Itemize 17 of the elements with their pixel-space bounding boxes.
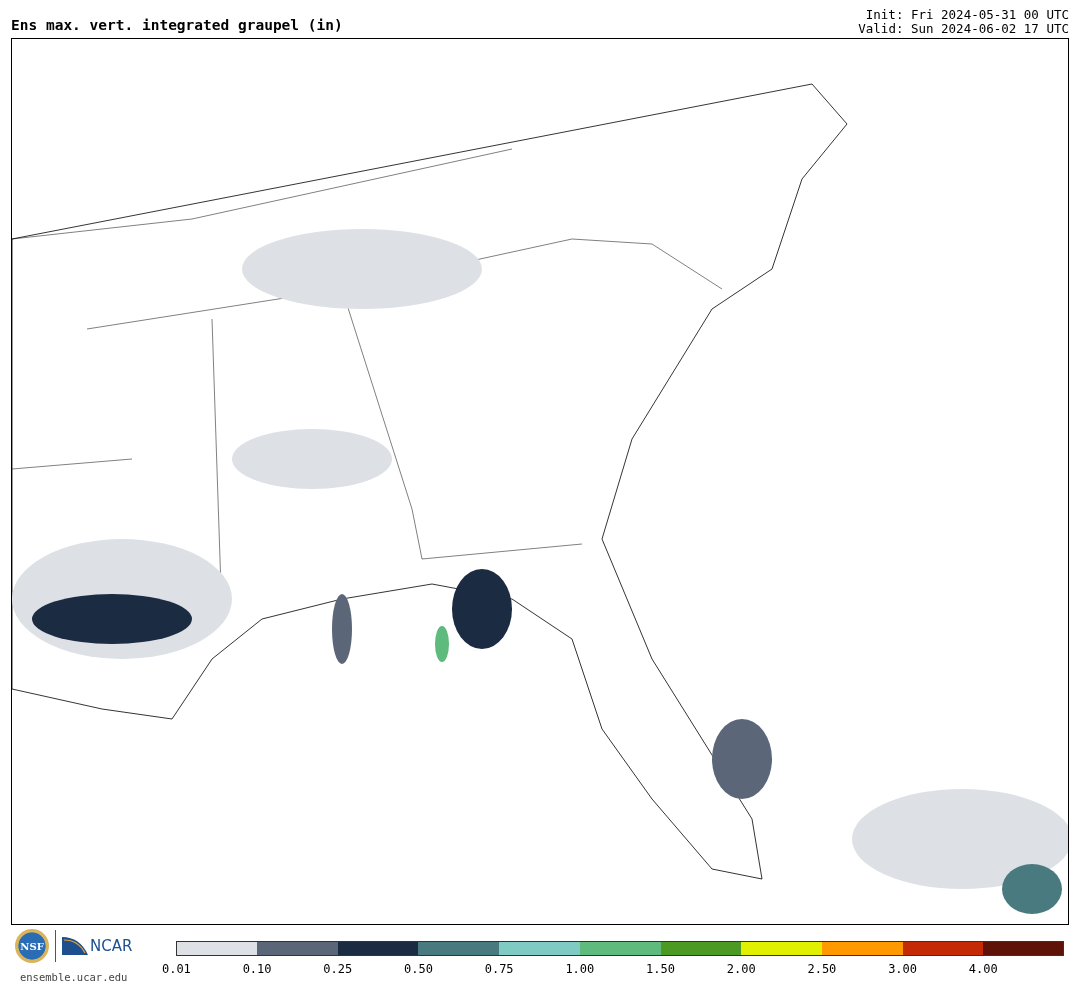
chart-title: Ens max. vert. integrated graupel (in) — [11, 17, 343, 35]
legend-tick-label: 1.00 — [565, 962, 595, 976]
legend-tick-label: 4.00 — [968, 962, 998, 976]
legend-tick-label: 0.10 — [242, 962, 272, 976]
legend-tick-label: 2.00 — [726, 962, 756, 976]
legend-tick-label: 0.50 — [404, 962, 433, 976]
nsf-logo: NSF — [15, 929, 49, 963]
legend-tick-label: 3.00 — [888, 962, 918, 976]
legend-tick-label: 1.50 — [646, 962, 675, 976]
valid-time: Valid: Sun 2024-06-02 17 UTC — [858, 22, 1069, 36]
init-time: Init: Fri 2024-05-31 00 UTC — [865, 8, 1069, 22]
ncar-logo: NCAR — [62, 937, 133, 955]
legend-tick-label: 0.75 — [484, 962, 514, 976]
website-url: ensemble.ucar.edu — [19, 971, 128, 983]
legend-tick-label: 0.25 — [323, 962, 353, 976]
legend-tick-label: 2.50 — [807, 962, 837, 976]
legend-tick-label: 0.01 — [161, 962, 191, 976]
